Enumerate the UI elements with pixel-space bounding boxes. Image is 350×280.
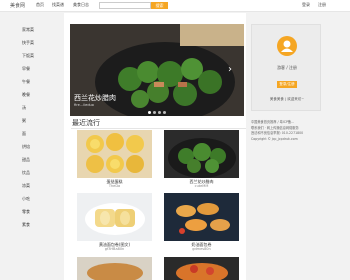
- nav-home[interactable]: 首页: [36, 2, 44, 8]
- login-button[interactable]: 登录/注册: [277, 81, 297, 88]
- user-profile-panel: 游客 / 注册 登录/注册 美食美食 | 欢迎来访~: [251, 24, 321, 111]
- sidebar-item[interactable]: 小吃: [22, 196, 30, 202]
- recipe-author[interactable]: gdmes80n: [164, 247, 239, 251]
- category-sidebar: 家常菜 快手菜 下饭菜 早餐 午餐 晚餐 汤 粥 面 烘焙 甜品 饮品 凉菜 小…: [0, 13, 60, 280]
- recipe-card[interactable]: [164, 257, 239, 280]
- sidebar-item[interactable]: 粥: [22, 118, 26, 124]
- copyright: Copyright © jcp_jcpdruk.com: [251, 136, 298, 141]
- carousel-subtitle: fire…iieduo: [74, 103, 94, 107]
- carousel-dot[interactable]: [148, 111, 151, 114]
- avatar[interactable]: [277, 36, 297, 56]
- sidebar-item[interactable]: 晚餐: [22, 92, 30, 98]
- site-info: 中国美食首页推荐 / 粤ICP备... 联系我们 · 网上传播信息网络服务 违法…: [251, 120, 346, 142]
- recipe-author[interactable]: gf3HBa80n: [77, 247, 152, 251]
- sidebar-item[interactable]: 早餐: [22, 66, 30, 72]
- divider: [71, 128, 246, 129]
- sidebar-item[interactable]: 零食: [22, 209, 30, 215]
- recipe-card[interactable]: [77, 257, 152, 280]
- sidebar-item[interactable]: 饮品: [22, 170, 30, 176]
- sidebar-item[interactable]: 下饭菜: [22, 53, 34, 59]
- register-link[interactable]: 注册: [318, 2, 326, 8]
- featured-carousel[interactable]: 西兰花炒腊肉 fire…iieduo ›: [70, 24, 244, 116]
- nav-journal[interactable]: 美食日志: [73, 2, 89, 8]
- carousel-dot[interactable]: [158, 111, 161, 114]
- recipe-image: [164, 130, 239, 178]
- recipe-card[interactable]: 蛋挞蛋糕 TheDa: [77, 130, 152, 190]
- chevron-right-icon[interactable]: ›: [228, 64, 232, 75]
- section-title: 最近流行: [72, 119, 100, 127]
- recipe-card[interactable]: 黄油面包卷(图文) gf3HBa80n: [77, 193, 152, 253]
- search-button[interactable]: 搜索: [151, 2, 168, 9]
- recipe-image: [164, 193, 239, 241]
- recipe-image: [77, 257, 152, 280]
- welcome-text: 美食美食 | 欢迎来访~: [269, 97, 305, 101]
- search-input[interactable]: [99, 2, 151, 9]
- user-icon: [281, 40, 293, 52]
- sidebar-item[interactable]: 家常菜: [22, 27, 34, 33]
- recipe-image: [77, 130, 152, 178]
- carousel-dot[interactable]: [153, 111, 156, 114]
- sidebar-item[interactable]: 烘焙: [22, 144, 30, 150]
- site-logo[interactable]: 美食网: [10, 2, 25, 9]
- recipe-card[interactable]: 奶油面包卷 gdmes80n: [164, 193, 239, 253]
- sidebar-item[interactable]: 素食: [22, 222, 30, 228]
- carousel-title[interactable]: 西兰花炒腊肉: [74, 93, 116, 103]
- carousel-dot[interactable]: [163, 111, 166, 114]
- guest-label: 游客 / 注册: [277, 65, 297, 70]
- sidebar-item[interactable]: 凉菜: [22, 183, 30, 189]
- recipe-author[interactable]: cuteMM: [164, 184, 239, 188]
- recipe-image: [77, 193, 152, 241]
- recipe-card[interactable]: 西兰花炒腊肉 cuteMM: [164, 130, 239, 190]
- sidebar-item[interactable]: 面: [22, 131, 26, 137]
- recipe-author[interactable]: TheDa: [77, 184, 152, 188]
- sidebar-item[interactable]: 午餐: [22, 79, 30, 85]
- carousel-indicators: [148, 111, 166, 114]
- recipe-image: [164, 257, 239, 280]
- top-navbar: 美食网 首页 找菜谱 美食日志 搜索 登录 注册: [0, 0, 350, 12]
- sidebar-item[interactable]: 甜品: [22, 157, 30, 163]
- login-link[interactable]: 登录: [302, 2, 310, 8]
- sidebar-item[interactable]: 汤: [22, 105, 26, 111]
- sidebar-item[interactable]: 快手菜: [22, 40, 34, 46]
- nav-recipes[interactable]: 找菜谱: [52, 2, 64, 8]
